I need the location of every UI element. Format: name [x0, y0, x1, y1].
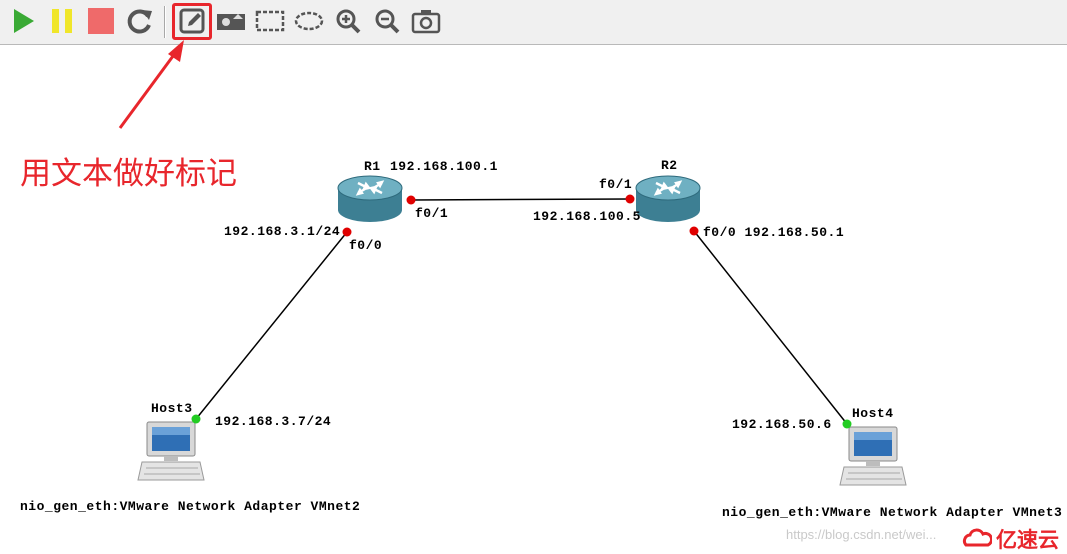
annotation-note[interactable]: 用文本做好标记: [20, 148, 237, 193]
link-r2-host4[interactable]: [693, 230, 848, 425]
port-dot-host4: [842, 419, 852, 429]
link-r1-host3[interactable]: [195, 231, 348, 420]
annotation-arrow: [118, 40, 184, 129]
cloud-logo-icon: [962, 528, 992, 547]
r2-f00-label: f0/0 192.168.50.1: [703, 225, 845, 240]
r1-f01-label: f0/1: [415, 206, 449, 221]
host3-name: Host3: [151, 401, 193, 416]
router-r1-name: R1: [364, 159, 381, 174]
host3-ip-label: 192.168.3.7/24: [215, 414, 332, 429]
link-r1-r2[interactable]: [410, 198, 631, 201]
r2-f01-label: f0/1: [599, 177, 633, 192]
host4-name: Host4: [852, 406, 894, 421]
r2-f01-ip-label: 192.168.100.5: [533, 209, 641, 224]
port-dot-host3: [191, 414, 201, 424]
host3-adapter-label: nio_gen_eth:VMware Network Adapter VMnet…: [20, 499, 361, 514]
host4-adapter-label: nio_gen_eth:VMware Network Adapter VMnet…: [722, 505, 1063, 520]
port-dot-r2-f01: [625, 194, 635, 204]
topology-canvas[interactable]: [0, 0, 1067, 553]
host4-computer-icon[interactable]: [839, 426, 907, 486]
router-r2-name: R2: [661, 158, 678, 173]
host3-computer-icon[interactable]: [137, 421, 205, 481]
router-r2[interactable]: [635, 175, 701, 222]
logo-text: 亿速云: [996, 528, 1059, 552]
port-dot-r2-f00: [689, 226, 699, 236]
watermark-logo: 亿速云: [962, 524, 1059, 554]
host4-ip-label: 192.168.50.6: [732, 417, 832, 432]
r1-f00-label: f0/0: [349, 238, 383, 253]
watermark-url: https://blog.csdn.net/wei...: [786, 527, 937, 542]
router-r1[interactable]: [337, 175, 403, 222]
port-dot-r1-f00: [342, 227, 352, 237]
port-dot-r1-f01: [406, 195, 416, 205]
router-r1-ip: 192.168.100.1: [390, 159, 498, 174]
r1-f00-ip-label: 192.168.3.1/24: [224, 224, 341, 239]
